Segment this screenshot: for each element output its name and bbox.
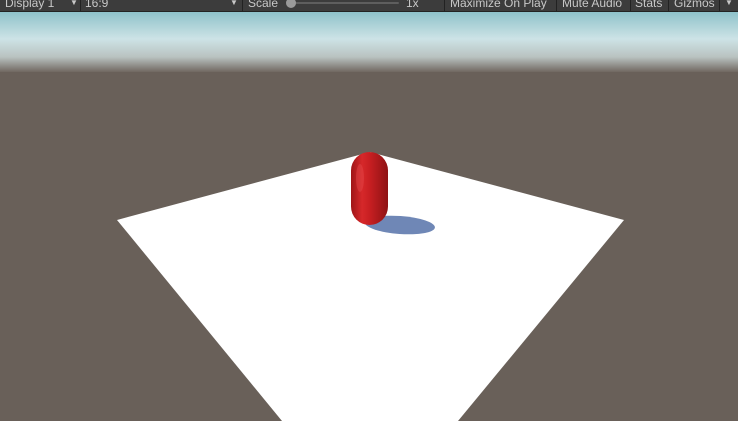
- toolbar-divider: [668, 0, 669, 11]
- scale-slider-track[interactable]: [287, 2, 399, 4]
- scale-label: Scale: [248, 0, 279, 10]
- capsule[interactable]: [351, 152, 388, 225]
- capsule-highlight: [356, 164, 364, 192]
- toolbar-divider: [444, 0, 445, 11]
- display-dropdown[interactable]: Display 1: [5, 0, 54, 11]
- scale-value: 1x: [406, 0, 419, 10]
- scale-slider-thumb[interactable]: [286, 0, 296, 8]
- chevron-down-icon[interactable]: ▼: [725, 0, 733, 11]
- aspect-ratio-dropdown[interactable]: 16:9: [85, 0, 108, 11]
- mute-audio-toggle[interactable]: Mute Audio: [562, 0, 622, 11]
- maximize-on-play-toggle[interactable]: Maximize On Play: [450, 0, 547, 11]
- chevron-down-icon: ▼: [230, 0, 238, 7]
- toolbar-divider: [242, 0, 243, 11]
- toolbar-divider: [630, 0, 631, 11]
- toolbar-divider: [719, 0, 720, 11]
- toolbar-divider: [80, 0, 81, 11]
- scene-render: [0, 12, 738, 421]
- unity-game-window: Display 1 ▼ 16:9 ▼ Scale 1x Maximize On …: [0, 0, 738, 421]
- toolbar-divider: [556, 0, 557, 11]
- game-view-toolbar: Display 1 ▼ 16:9 ▼ Scale 1x Maximize On …: [0, 0, 738, 12]
- game-viewport[interactable]: [0, 12, 738, 421]
- chevron-down-icon: ▼: [70, 0, 78, 7]
- stats-toggle[interactable]: Stats: [635, 0, 662, 11]
- sky: [0, 12, 738, 72]
- gizmos-toggle[interactable]: Gizmos: [674, 0, 715, 11]
